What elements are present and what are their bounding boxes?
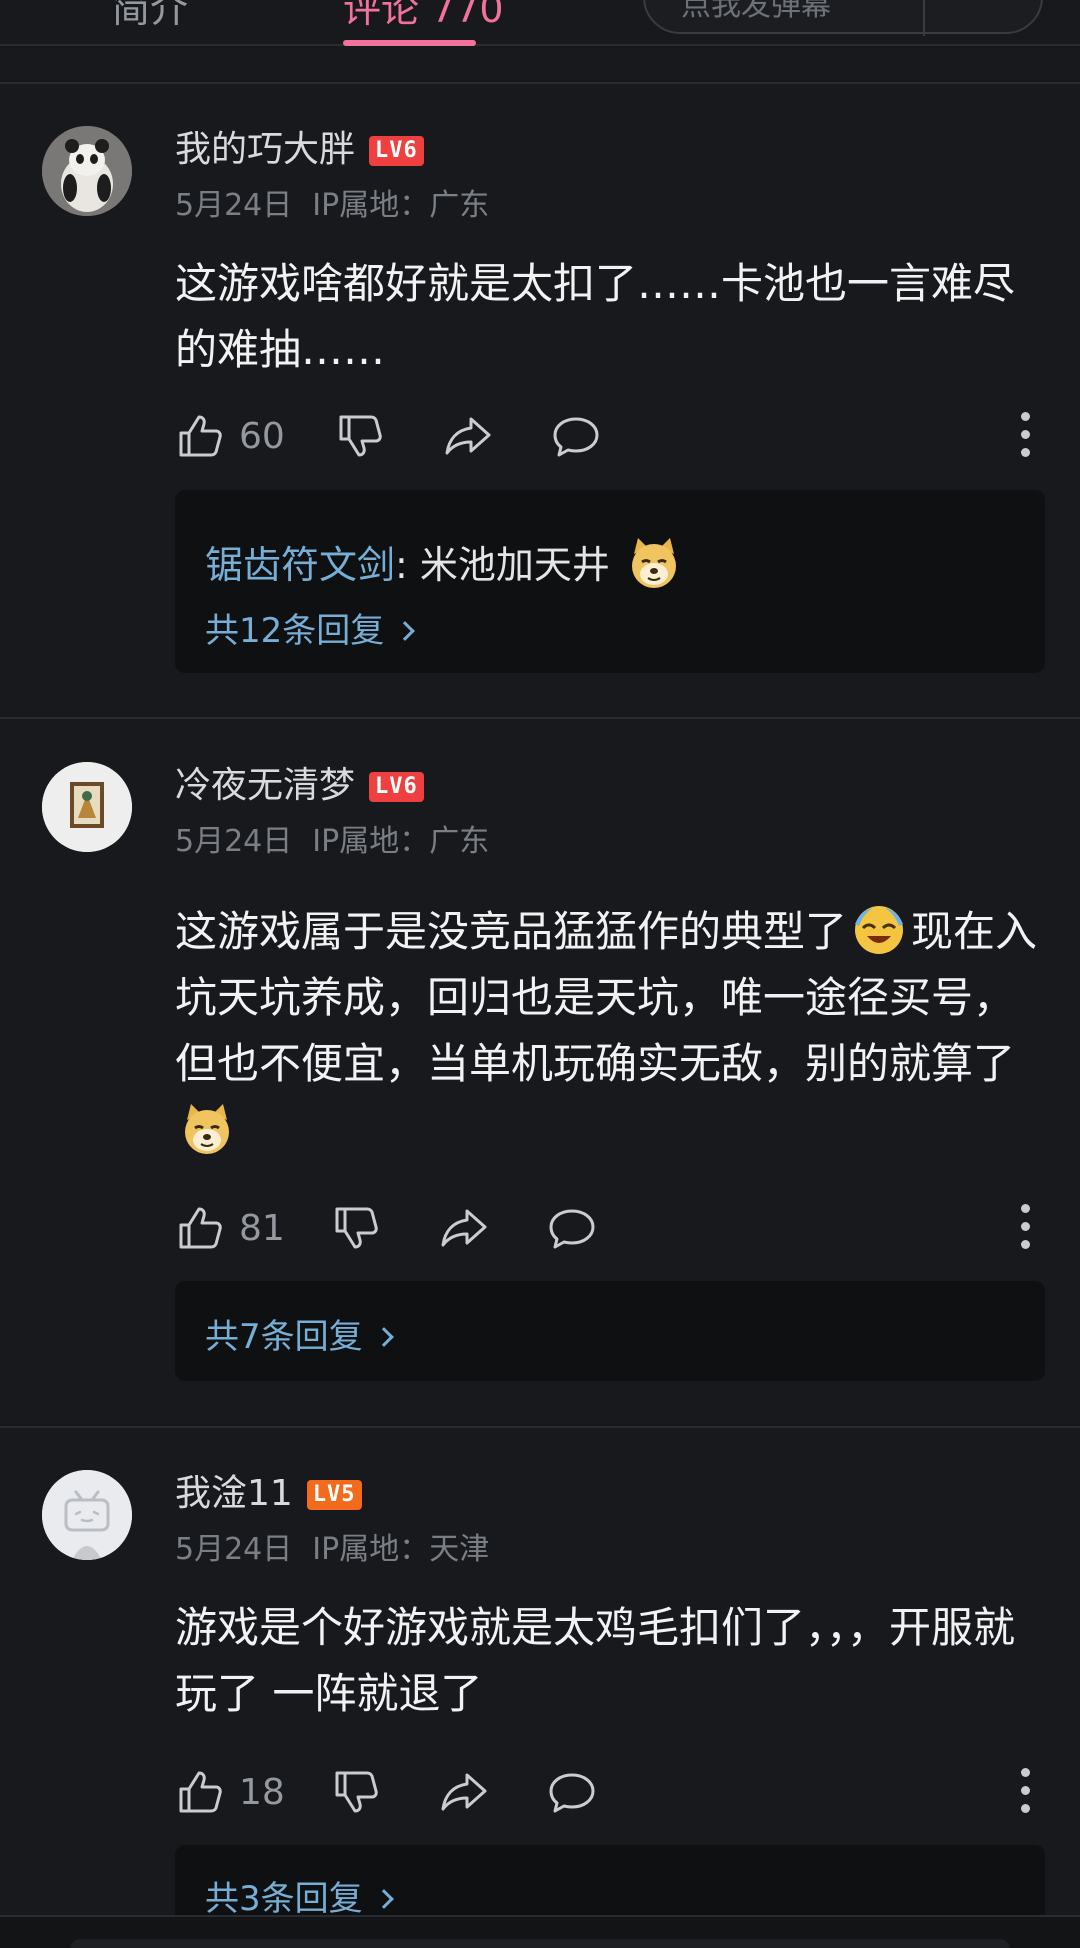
comment-date: 5月24日 (175, 1532, 293, 1567)
reply-preview-box[interactable]: 共7条回复 (175, 1281, 1045, 1381)
chevron-right-icon (373, 1327, 394, 1347)
dislike-button[interactable] (331, 1200, 381, 1256)
comment-text-part: 这游戏属于是没竞品猛猛作的典型了 (175, 907, 848, 956)
reply-preview-box[interactable]: 锯齿符文剑: 米池加天井 共12条回复 (175, 490, 1045, 673)
ip-location: IP属地：广东 (312, 188, 490, 223)
comment-date: 5月24日 (175, 188, 293, 223)
like-button[interactable]: 18 (175, 1764, 285, 1820)
dislike-button[interactable] (335, 408, 385, 464)
divider (0, 1426, 1080, 1428)
comment-actions: 60 (175, 408, 1045, 464)
tab-comments[interactable]: 评论 770 (343, 0, 504, 33)
reply-button[interactable] (547, 1764, 597, 1820)
comment-text[interactable]: 这游戏属于是没竞品猛猛作的典型了 现在入坑天坑养成，回归也是天坑，唯一途径买号，… (175, 899, 1045, 1163)
comment-input[interactable] (70, 1939, 1010, 1948)
tab-intro[interactable]: 简介 (112, 0, 188, 33)
divider (0, 82, 1080, 84)
comment-bubble-icon (549, 1209, 595, 1249)
thumbs-down-icon (335, 1771, 378, 1813)
chevron-right-icon (373, 1889, 394, 1909)
comment-text[interactable]: 这游戏啥都好就是太扣了……卡池也一言难尽的难抽…… (175, 251, 1045, 383)
bottom-comment-bar (0, 1915, 1080, 1948)
level-badge: LV6 (369, 136, 424, 166)
view-replies-text: 共7条回复 (205, 1317, 363, 1357)
danmaku-placeholder: 点我发弹幕 (681, 0, 831, 23)
dislike-button[interactable] (331, 1764, 381, 1820)
view-replies-link[interactable]: 共7条回复 (205, 1309, 394, 1358)
danmaku-divider (923, 0, 925, 36)
ip-location: IP属地：天津 (312, 1532, 490, 1567)
comment-text-part: 游戏是个好游戏就是太鸡毛扣们了，，，开服就玩了 一阵就退了 (175, 1603, 1016, 1718)
thumbs-up-icon (179, 415, 222, 457)
username[interactable]: 我淦11 LV5 (175, 1464, 362, 1516)
like-count: 60 (239, 415, 285, 457)
comment-meta: 5月24日 IP属地：广东 (175, 816, 489, 860)
username-text[interactable]: 我淦11 (175, 1473, 293, 1514)
panda-avatar-image (42, 126, 132, 216)
reply-preview[interactable]: 锯齿符文剑: 米池加天井 (205, 534, 686, 590)
comment-bubble-icon (553, 417, 599, 457)
comments-page: 简介 评论 770 点我发弹幕 我的巧大胖 LV6 5月24日 IP属地：广东 … (0, 0, 1080, 1948)
username-text[interactable]: 我的巧大胖 (175, 129, 355, 170)
comment-meta: 5月24日 IP属地：天津 (175, 1524, 489, 1568)
level-badge: LV5 (306, 1480, 362, 1510)
more-options-icon[interactable] (1017, 412, 1033, 460)
view-replies-text: 共12条回复 (205, 611, 385, 651)
username[interactable]: 我的巧大胖 LV6 (175, 120, 424, 172)
picture-frame-avatar-image (42, 762, 132, 852)
share-icon (441, 1209, 487, 1247)
doge-emoji-icon (632, 538, 676, 588)
username[interactable]: 冷夜无清梦 LV6 (175, 756, 424, 808)
share-button[interactable] (439, 1764, 489, 1820)
divider (0, 717, 1080, 719)
avatar[interactable] (42, 126, 132, 216)
danmaku-send-icon[interactable] (950, 0, 1010, 14)
like-count: 18 (239, 1771, 285, 1813)
share-button[interactable] (439, 1200, 489, 1256)
reply-author[interactable]: 锯齿符文剑 (205, 543, 395, 587)
avatar[interactable] (42, 762, 132, 852)
share-icon (441, 1773, 487, 1811)
like-button[interactable]: 81 (175, 1200, 285, 1256)
comment-text[interactable]: 游戏是个好游戏就是太鸡毛扣们了，，，开服就玩了 一阵就退了 (175, 1595, 1045, 1727)
comment-actions: 81 (175, 1200, 1045, 1256)
comment-date: 5月24日 (175, 824, 293, 859)
view-replies-link[interactable]: 共3条回复 (205, 1871, 394, 1920)
ip-location: IP属地：广东 (312, 824, 490, 859)
avatar[interactable] (42, 1470, 132, 1560)
top-tab-bar: 简介 评论 770 点我发弹幕 (0, 0, 1080, 46)
active-tab-indicator (343, 40, 476, 46)
username-text[interactable]: 冷夜无清梦 (175, 765, 355, 806)
thumbs-down-icon (335, 1207, 378, 1249)
comment-meta: 5月24日 IP属地：广东 (175, 180, 489, 224)
comment-actions: 18 (175, 1764, 1045, 1820)
reply-button[interactable] (547, 1200, 597, 1256)
comment-bubble-icon (549, 1773, 595, 1813)
view-replies-text: 共3条回复 (205, 1879, 363, 1919)
level-badge: LV6 (369, 772, 424, 802)
share-icon (445, 417, 491, 455)
thumbs-up-icon (179, 1207, 222, 1249)
danmaku-input[interactable]: 点我发弹幕 (643, 0, 1043, 36)
more-options-icon[interactable] (1017, 1768, 1033, 1816)
thumbs-up-icon (179, 1771, 222, 1813)
default-tv-avatar-image (42, 1470, 132, 1560)
comment-text-part: 这游戏啥都好就是太扣了……卡池也一言难尽的难抽…… (175, 259, 1016, 374)
reply-preview-box[interactable]: 共3条回复 (175, 1845, 1045, 1919)
reply-button[interactable] (551, 408, 601, 464)
doge-emoji-icon (185, 1104, 229, 1154)
more-options-icon[interactable] (1017, 1204, 1033, 1252)
view-replies-link[interactable]: 共12条回复 (205, 603, 416, 652)
thumbs-down-icon (339, 415, 382, 457)
laugh-cry-emoji-icon (855, 906, 904, 954)
share-button[interactable] (443, 408, 493, 464)
like-button[interactable]: 60 (175, 408, 285, 464)
chevron-right-icon (395, 621, 416, 641)
like-count: 81 (239, 1207, 285, 1249)
reply-text: : 米池加天井 (395, 543, 610, 587)
